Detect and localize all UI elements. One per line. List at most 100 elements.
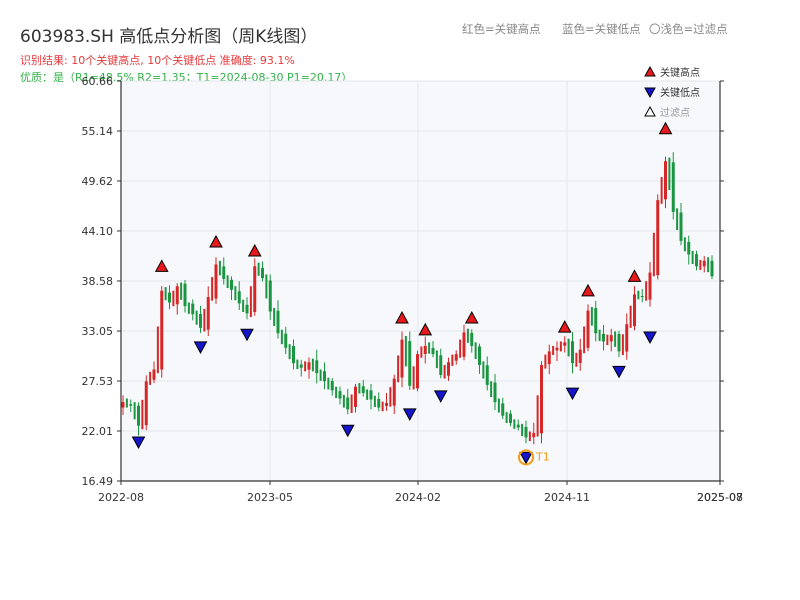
candle-body	[408, 341, 412, 386]
candle-body	[354, 386, 357, 407]
candle-body	[656, 200, 660, 276]
candle-body-half	[428, 342, 431, 354]
candle-body	[416, 354, 419, 389]
candle-body	[501, 403, 505, 416]
candle-body	[183, 283, 187, 307]
candle-body	[214, 264, 218, 299]
x-tick-label: 2024-11	[544, 491, 590, 504]
candle-body	[462, 332, 466, 357]
candle-body-half	[590, 307, 593, 326]
legend-label: 过滤点	[660, 106, 690, 119]
x-tick-label: 2025-07	[697, 491, 743, 504]
candle-body-half	[521, 423, 524, 437]
candle-body	[315, 360, 319, 374]
candle-body	[385, 403, 388, 406]
candle-body-half	[218, 260, 221, 276]
candle-body	[648, 272, 652, 300]
candle-body	[377, 398, 381, 408]
candle-body	[361, 386, 365, 394]
y-tick-label: 55.14	[82, 125, 114, 138]
candle-body-half	[389, 387, 392, 407]
candle-body	[330, 380, 334, 391]
candle-body-half	[466, 328, 469, 343]
candle-body-half	[335, 386, 338, 399]
candle-body	[609, 335, 613, 342]
candle-body-half	[513, 419, 516, 429]
candle-body-half	[598, 329, 601, 341]
y-tick-label: 60.66	[82, 75, 114, 88]
candle-body-half	[404, 336, 407, 367]
y-tick-label: 27.53	[82, 375, 114, 388]
candle-body-half	[149, 371, 152, 385]
y-tick-label: 22.01	[82, 425, 114, 438]
anchor-label: T1	[535, 450, 550, 463]
candle-body-half	[296, 359, 299, 370]
y-tick-label: 38.58	[82, 275, 114, 288]
candle-body-half	[536, 395, 539, 437]
candle-body-half	[350, 394, 353, 413]
candle-body	[423, 345, 427, 354]
candle-body-half	[195, 310, 198, 325]
candle-body	[524, 426, 528, 438]
candle-body-half	[203, 308, 206, 332]
candle-body	[175, 286, 179, 305]
x-tick-label: 2022-08	[98, 491, 144, 504]
candle-body-half	[699, 259, 702, 270]
candle-body-half	[226, 275, 229, 289]
candle-body-half	[319, 369, 322, 381]
y-tick-label: 49.62	[82, 175, 114, 188]
candle-body	[431, 347, 435, 355]
candle-body	[129, 404, 133, 406]
candle-body	[640, 295, 644, 298]
candle-body	[369, 390, 373, 400]
candle-body-half	[528, 431, 531, 442]
candle-body	[447, 362, 450, 376]
candle-body	[144, 381, 148, 426]
candle-body-half	[637, 290, 640, 300]
candle-body-half	[164, 287, 167, 301]
candle-body	[571, 341, 574, 364]
candle-body-half	[614, 331, 617, 347]
candle-body-half	[273, 307, 276, 327]
candle-body-half	[482, 361, 485, 379]
candle-body	[602, 333, 605, 342]
candle-body	[695, 254, 698, 267]
candle-body-half	[366, 389, 369, 400]
candle-body	[547, 351, 551, 365]
candle-body	[346, 397, 350, 410]
candle-body-half	[575, 352, 578, 367]
candle-body	[284, 333, 288, 348]
candle-body-half	[304, 361, 307, 372]
candle-body	[400, 339, 404, 378]
candle-body-half	[490, 381, 493, 398]
x-tick-label: 2024-02	[395, 491, 441, 504]
candle-body	[121, 402, 125, 408]
candle-body-half	[645, 281, 648, 301]
candle-body	[237, 291, 241, 304]
candle-body	[594, 308, 598, 334]
candle-body	[199, 314, 202, 328]
candle-body	[586, 310, 590, 348]
candle-body	[540, 364, 543, 434]
candle-body	[664, 161, 667, 200]
legend-label: 关键高点	[660, 66, 700, 79]
candle-body	[137, 405, 140, 426]
candle-body-half	[397, 355, 400, 383]
candle-body	[338, 391, 342, 399]
candle-body-half	[180, 282, 183, 300]
candle-body-half	[707, 257, 710, 273]
candle-body-half	[280, 329, 283, 345]
candle-body	[230, 279, 233, 290]
candle-body	[245, 304, 249, 314]
candle-body	[160, 290, 164, 370]
y-tick-label: 44.10	[82, 225, 114, 238]
candle-body	[493, 382, 497, 403]
x-tick-label: 2023-05	[247, 491, 293, 504]
candle-body	[516, 424, 520, 428]
candle-body	[253, 266, 257, 312]
candle-body-half	[652, 232, 655, 277]
candle-body-half	[125, 398, 128, 408]
candle-body	[532, 432, 536, 438]
candle-body-half	[358, 383, 361, 394]
candle-body-half	[435, 350, 438, 369]
